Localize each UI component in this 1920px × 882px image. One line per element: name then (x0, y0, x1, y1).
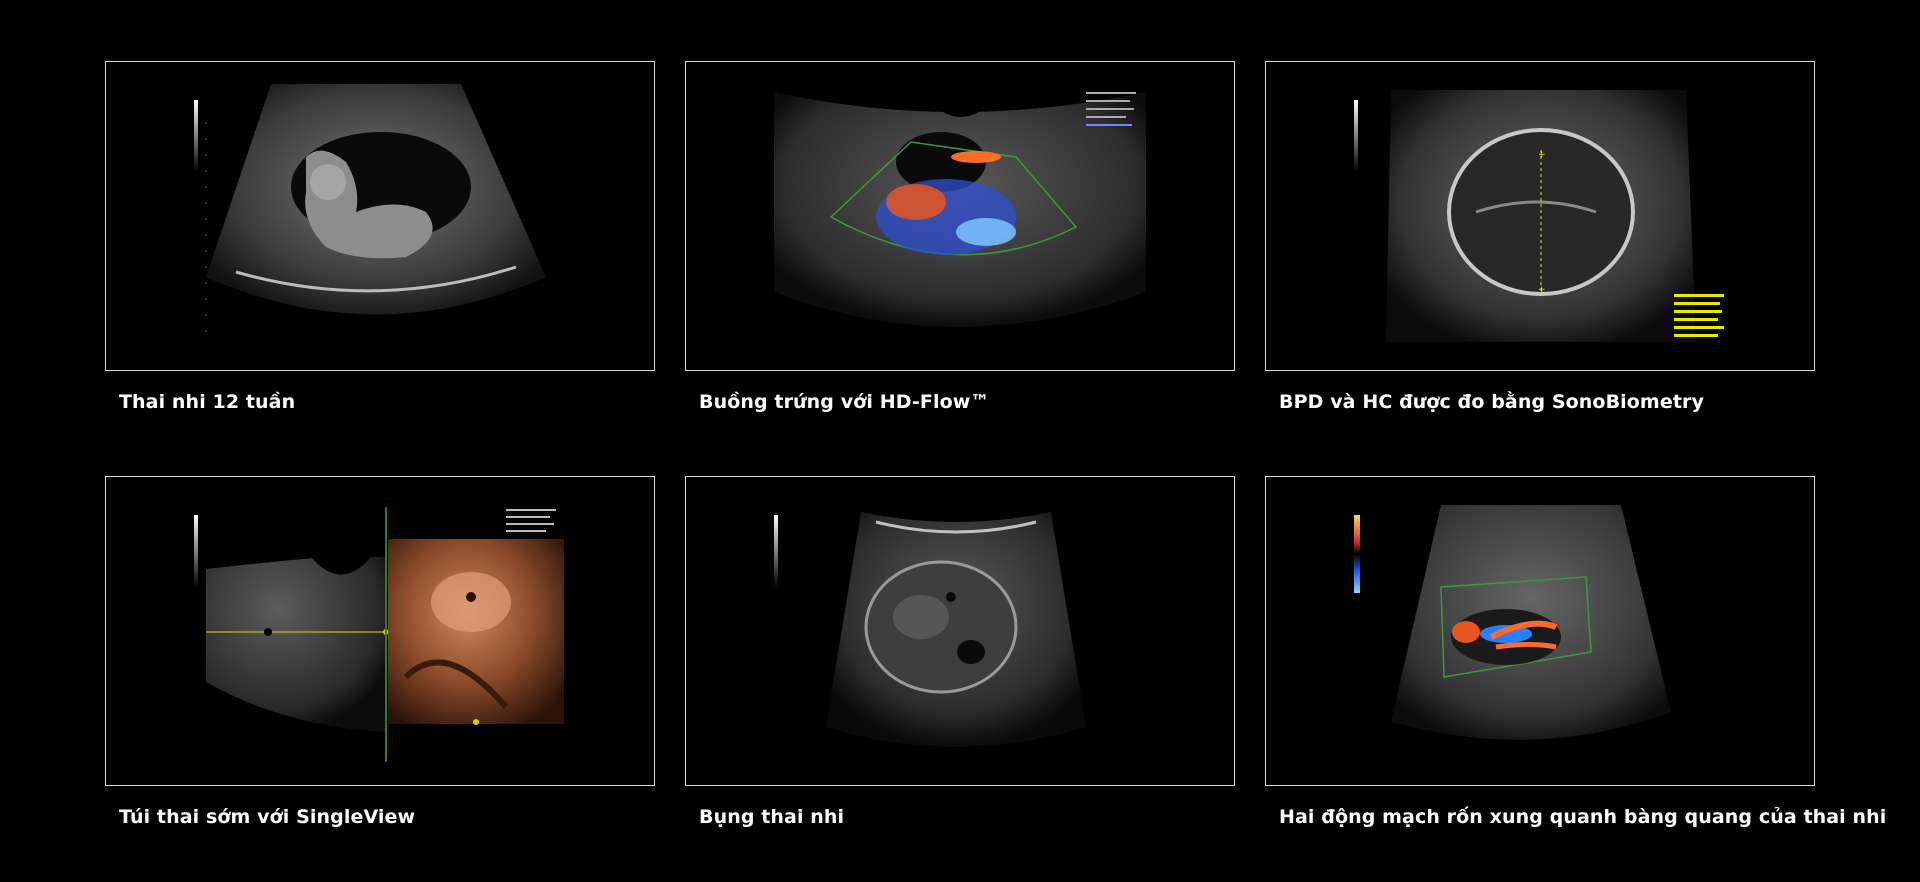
ultrasound-image-fetal-head-biometry[interactable]: + + (1265, 61, 1815, 371)
gallery-card-fetal-abdomen: Bụng thai nhi (685, 476, 1235, 828)
caption-early-gestational-sac: Túi thai sớm với SingleView (119, 806, 416, 828)
svg-text:+: + (1538, 285, 1546, 295)
ultrasound-early-gestational-sac-image (194, 507, 564, 762)
gallery-card-fetus-12-weeks: Thai nhi 12 tuần (105, 61, 655, 413)
gallery-card-ovary-hd-flow: Buồng trứng với HD-Flow™ (685, 61, 1235, 413)
gallery-card-fetal-head-biometry: + + BPD và HC được đo bằng SonoBiometry (1265, 61, 1815, 413)
caption-fetal-abdomen: Bụng thai nhi (699, 806, 845, 828)
caption-fetal-head-biometry: BPD và HC được đo bằng SonoBiometry (1279, 391, 1704, 413)
ultrasound-umbilical-arteries-image (1354, 505, 1671, 740)
caption-fetus-12-weeks: Thai nhi 12 tuần (119, 391, 296, 413)
ultrasound-fetal-abdomen-image (774, 512, 1086, 747)
caption-ovary-hd-flow: Buồng trứng với HD-Flow™ (699, 391, 990, 413)
ultrasound-image-gallery: Thai nhi 12 tuần Buồng trứng với HD-Flow… (0, 0, 1920, 882)
caption-umbilical-arteries: Hai động mạch rốn xung quanh bàng quang … (1279, 806, 1887, 828)
ultrasound-image-umbilical-arteries[interactable] (1265, 476, 1815, 786)
ultrasound-fetus-12-weeks-image (194, 84, 546, 332)
ultrasound-image-fetal-abdomen[interactable] (685, 476, 1235, 786)
gallery-card-early-gestational-sac: Túi thai sớm với SingleView (105, 476, 655, 828)
gallery-card-umbilical-arteries: Hai động mạch rốn xung quanh bàng quang … (1265, 476, 1887, 828)
ultrasound-ovary-hd-flow-image (774, 92, 1146, 327)
ultrasound-fetal-head-biometry-image: + + (1354, 90, 1724, 342)
ultrasound-image-ovary-hd-flow[interactable] (685, 61, 1235, 371)
ultrasound-image-early-gestational-sac[interactable] (105, 476, 655, 786)
ultrasound-image-fetus-12-weeks[interactable] (105, 61, 655, 371)
svg-text:+: + (1538, 150, 1546, 160)
